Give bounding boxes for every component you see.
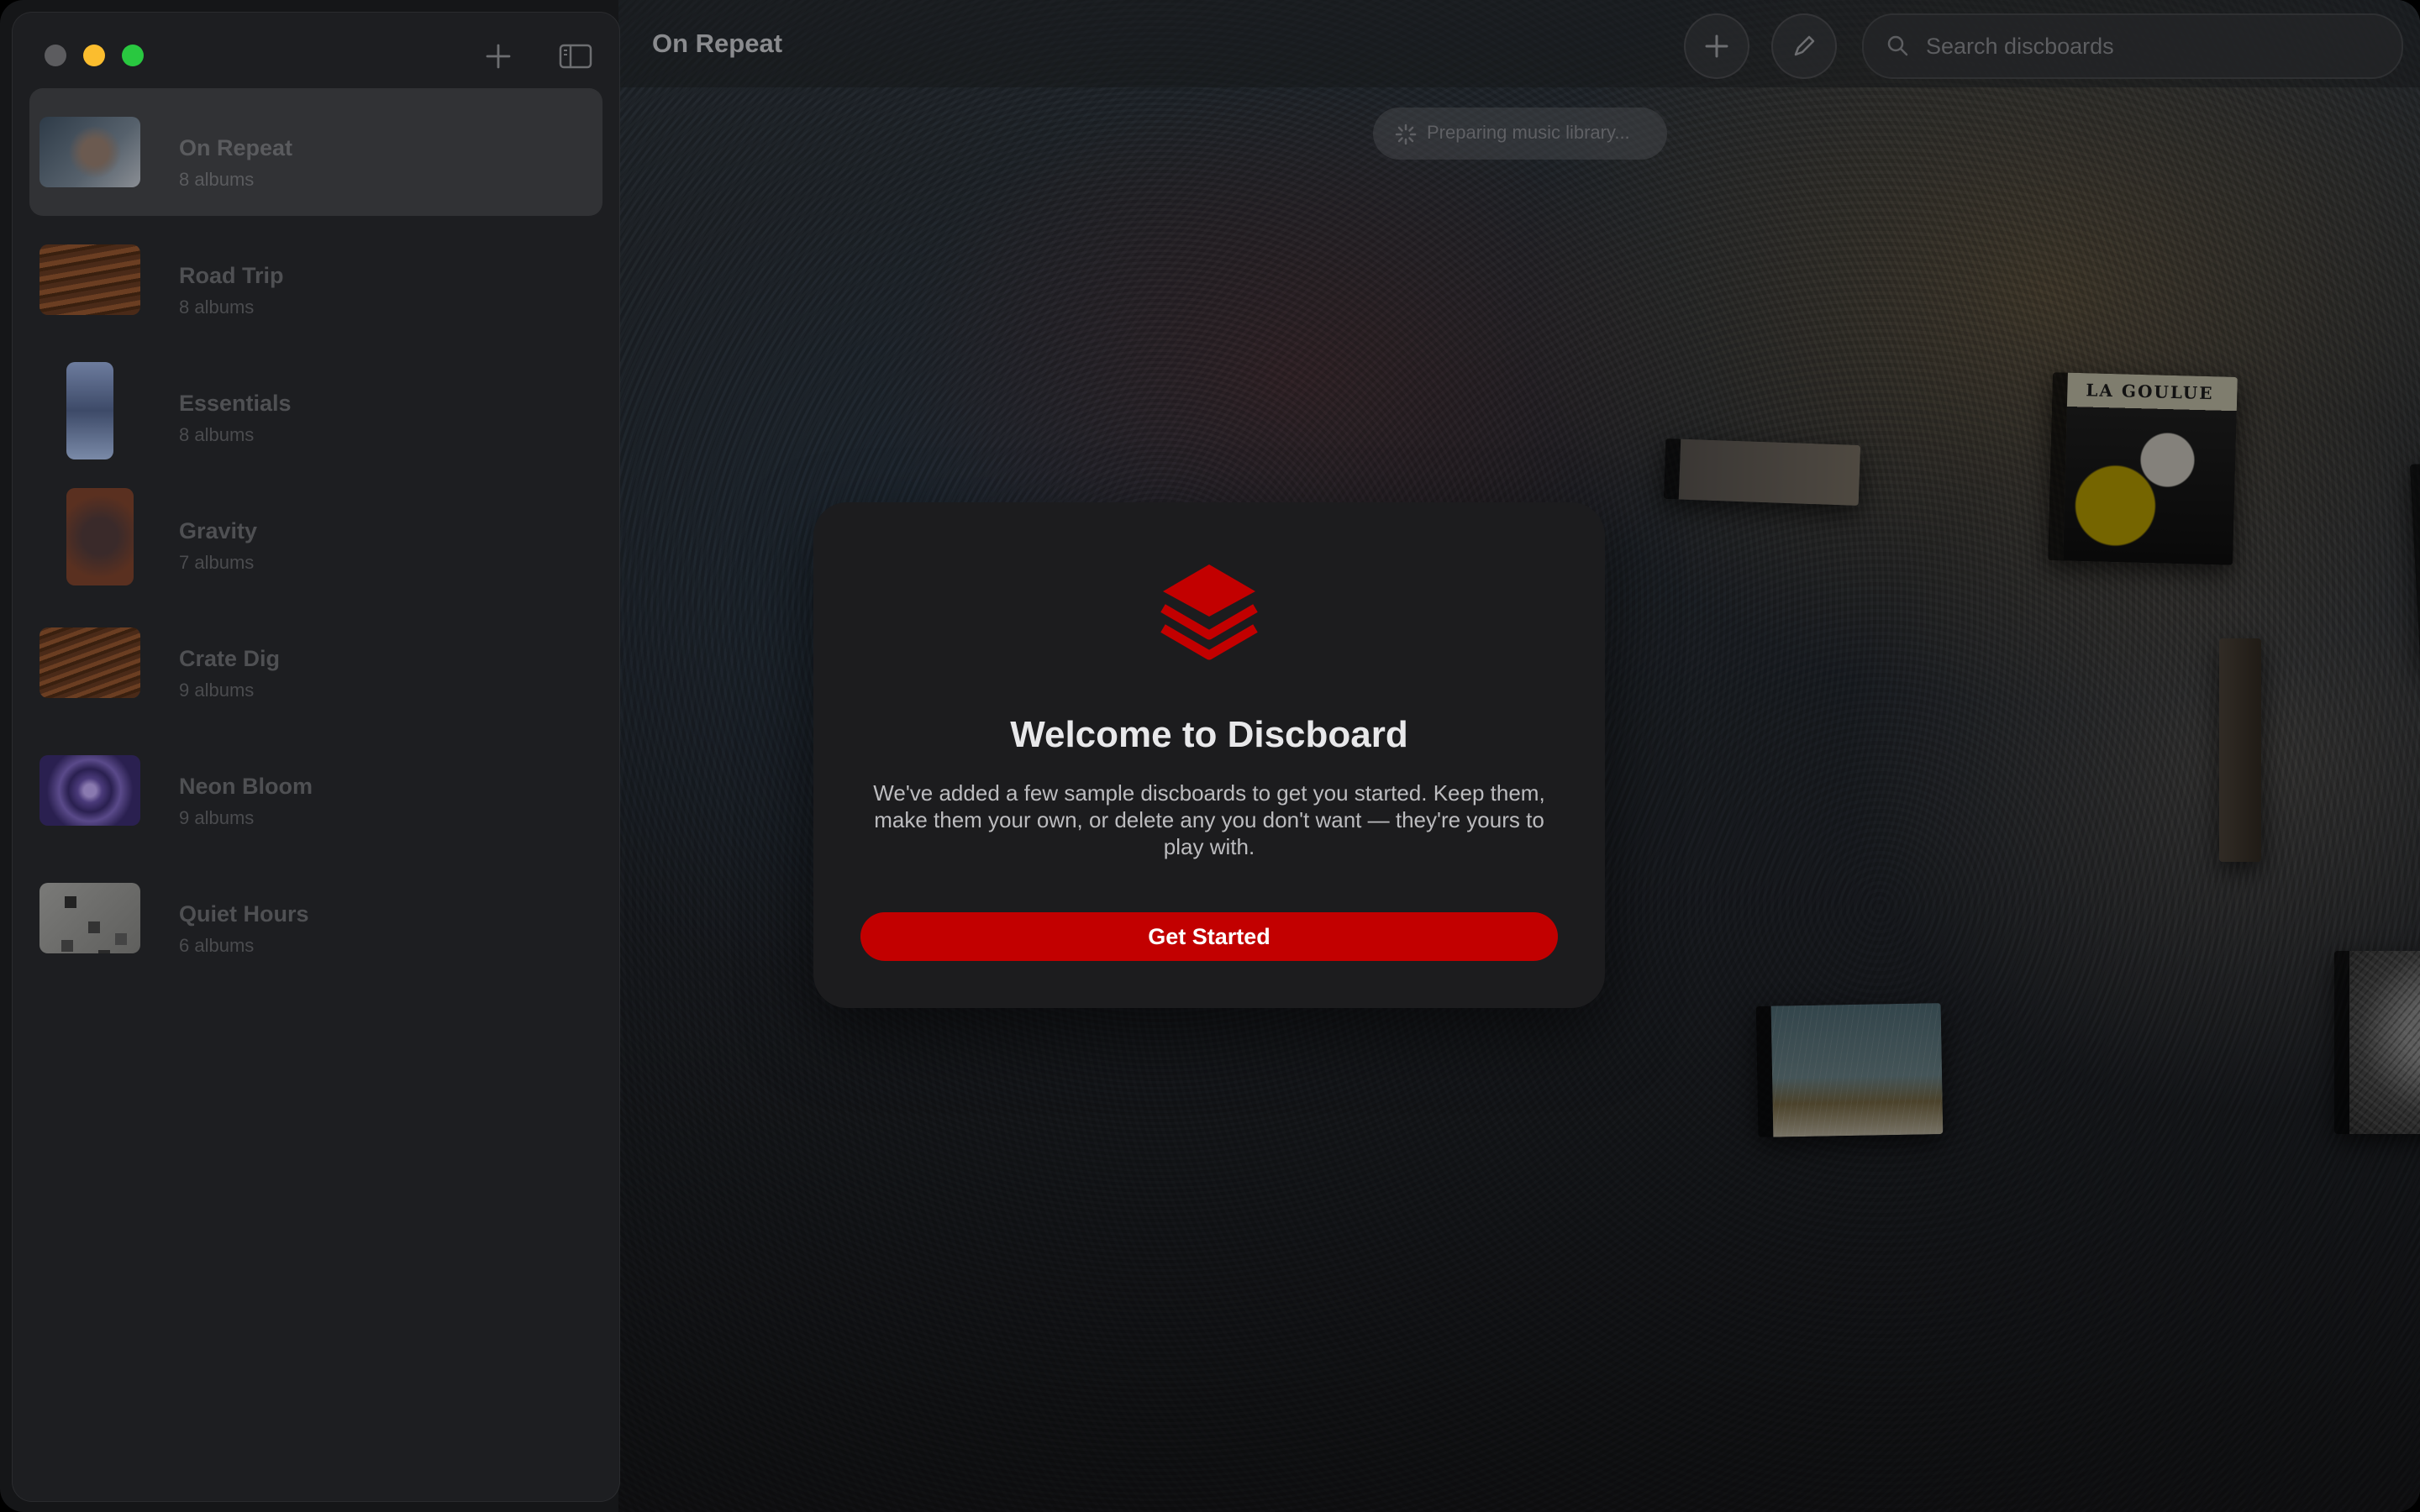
sidebar-item-road-trip[interactable]: Road Trip 8 albums: [29, 216, 602, 344]
discboard-thumbnail: [39, 755, 140, 826]
add-album-button[interactable]: [1684, 13, 1749, 79]
sidebar-item-count: 8 albums: [179, 424, 255, 445]
loading-status-text: Preparing music library...: [1427, 122, 1630, 143]
sidebar-item-gravity[interactable]: Gravity 7 albums: [29, 471, 602, 599]
toolbar: On Repeat Search discboards: [618, 0, 2420, 87]
sidebar-icon: [559, 44, 592, 69]
discboard-thumbnail: [66, 362, 113, 459]
maximize-window-button[interactable]: [122, 45, 144, 66]
close-window-button[interactable]: [45, 45, 66, 66]
sidebar-item-neon-bloom[interactable]: Neon Bloom 9 albums: [29, 727, 602, 854]
sidebar-item-count: 8 albums: [179, 169, 255, 190]
discboard-list: On Repeat 8 albums Road Trip 8 albums Es…: [29, 88, 602, 982]
sidebar-item-crate-dig[interactable]: Crate Dig 9 albums: [29, 599, 602, 727]
app-window: LA GOULUE On Repeat Search discboards Pr…: [0, 0, 2420, 1512]
sidebar-item-title: Gravity: [179, 518, 258, 543]
spinner-icon: [1395, 123, 1417, 145]
welcome-dialog: Welcome to Discboard We've added a few s…: [813, 502, 1605, 1008]
sidebar-item-count: 8 albums: [179, 297, 255, 318]
discboard-thumbnail: [66, 488, 134, 585]
discboard-thumbnail: [39, 244, 140, 315]
get-started-button[interactable]: Get Started: [860, 912, 1558, 961]
minimize-window-button[interactable]: [83, 45, 105, 66]
sidebar-item-essentials[interactable]: Essentials 8 albums: [29, 344, 602, 471]
sidebar-item-quiet-hours[interactable]: Quiet Hours 6 albums: [29, 854, 602, 982]
discboard-logo-icon: [1160, 564, 1258, 660]
plus-icon: [1705, 34, 1728, 58]
new-discboard-button[interactable]: [480, 38, 517, 75]
sidebar-item-count: 7 albums: [179, 552, 255, 573]
pencil-icon: [1794, 35, 1815, 56]
page-title: On Repeat: [652, 29, 783, 58]
sidebar-item-title: Road Trip: [179, 263, 284, 288]
sidebar-item-on-repeat[interactable]: On Repeat 8 albums: [29, 88, 602, 216]
search-icon: [1887, 35, 1908, 56]
loading-status: Preparing music library...: [1373, 108, 1667, 160]
sidebar-item-title: Crate Dig: [179, 646, 281, 671]
sidebar-item-count: 9 albums: [179, 680, 255, 701]
sidebar-item-title: Neon Bloom: [179, 774, 313, 799]
dialog-title: Welcome to Discboard: [1010, 714, 1408, 755]
sidebar: On Repeat 8 albums Road Trip 8 albums Es…: [12, 12, 620, 1502]
discboard-thumbnail: [39, 883, 140, 953]
discboard-thumbnail: [39, 627, 140, 698]
plus-icon: [486, 44, 511, 69]
edit-button[interactable]: [1771, 13, 1837, 79]
sidebar-item-count: 6 albums: [179, 935, 255, 956]
sidebar-item-title: Quiet Hours: [179, 901, 309, 927]
discboard-thumbnail: [39, 117, 140, 187]
get-started-label: Get Started: [1148, 923, 1270, 949]
sidebar-item-count: 9 albums: [179, 807, 255, 828]
dialog-message: We've added a few sample discboards to g…: [873, 780, 1545, 859]
search-field[interactable]: Search discboards: [1862, 13, 2403, 79]
sidebar-item-title: On Repeat: [179, 135, 293, 160]
search-placeholder: Search discboards: [1926, 34, 2114, 59]
toggle-sidebar-button[interactable]: [557, 38, 594, 75]
sidebar-item-title: Essentials: [179, 391, 292, 416]
